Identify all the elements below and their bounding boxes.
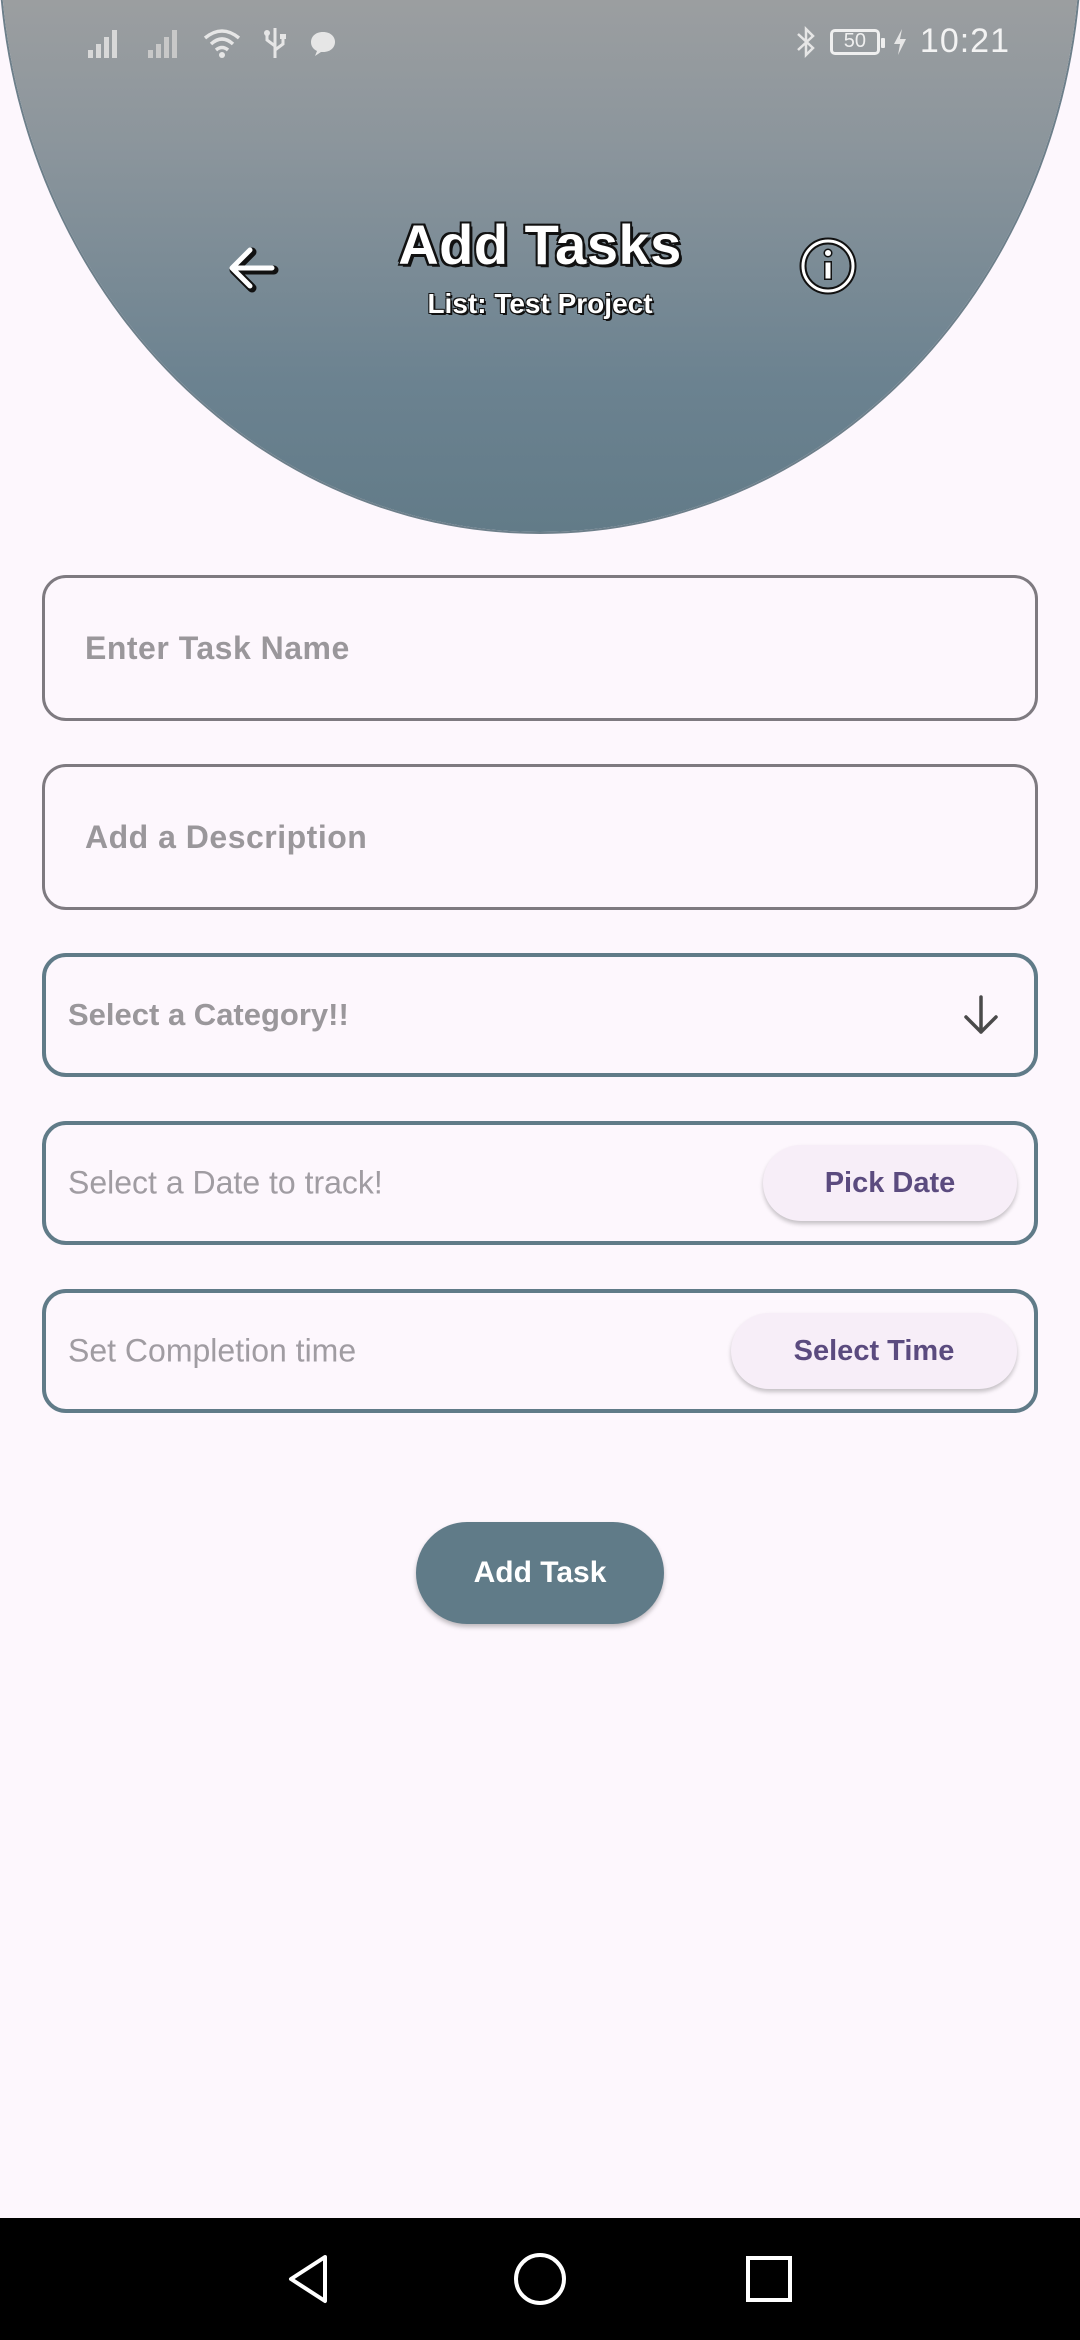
status-right-icons: 50 10:21 [794, 22, 1010, 61]
battery-icon: 50 [829, 28, 885, 55]
pick-date-button[interactable]: Pick Date [763, 1145, 1017, 1221]
nav-recents-button[interactable] [736, 2246, 802, 2312]
square-recents-icon [746, 2256, 792, 2302]
triangle-back-icon [289, 2255, 327, 2303]
circle-home-icon [514, 2253, 566, 2305]
charging-icon [893, 28, 906, 55]
category-dropdown-label: Select a Category!! [68, 997, 349, 1032]
navigation-bar [0, 2218, 1080, 2340]
date-label: Select a Date to track! [68, 1164, 383, 1201]
page-subtitle: List: Test Project [427, 288, 653, 319]
time-field: Set Completion time Select Time [42, 1289, 1038, 1413]
status-bar: 50 10:21 [0, 0, 1080, 92]
task-name-input[interactable] [83, 578, 997, 718]
info-button[interactable] [798, 236, 858, 296]
category-dropdown[interactable]: Select a Category!! [42, 953, 1038, 1077]
status-left-icons [86, 26, 338, 60]
description-input[interactable] [83, 767, 997, 907]
nav-home-button[interactable] [507, 2246, 573, 2312]
nav-back-button[interactable] [276, 2246, 342, 2312]
wifi-icon [203, 29, 241, 58]
battery-level: 50 [843, 30, 867, 52]
signal-secondary-icon [148, 30, 177, 58]
date-field: Select a Date to track! Pick Date [42, 1121, 1038, 1245]
info-icon [799, 237, 857, 295]
bluetooth-icon [797, 25, 815, 58]
select-time-button[interactable]: Select Time [731, 1313, 1017, 1389]
status-time: 10:21 [919, 22, 1010, 60]
signal-icon [88, 30, 117, 58]
arrow-down-icon [964, 995, 998, 1034]
add-task-button[interactable]: Add Task [416, 1522, 664, 1624]
description-field[interactable] [42, 764, 1038, 910]
page-title: Add Tasks [398, 213, 682, 276]
time-label: Set Completion time [68, 1332, 357, 1369]
usb-icon [264, 28, 286, 58]
task-name-field[interactable] [42, 575, 1038, 721]
chat-icon [311, 32, 335, 56]
